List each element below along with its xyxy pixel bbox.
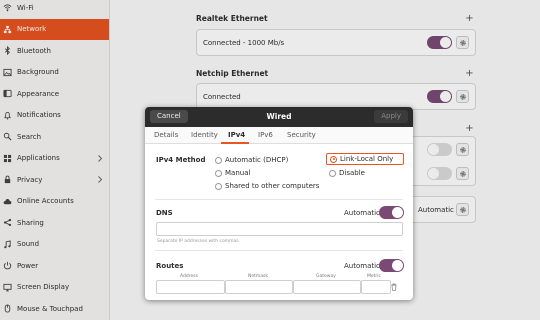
radio-label: Shared to other computers [225,182,320,190]
method-shared-radio[interactable]: Shared to other computers [215,182,319,190]
divider [155,250,403,251]
tab-ipv6[interactable]: IPv6 [258,131,273,139]
dns-automatic-label: Automatic [344,209,380,217]
dialog-header: Cancel Wired Apply [145,107,413,127]
routes-automatic-toggle[interactable] [379,259,404,272]
method-manual-radio[interactable]: Manual [215,169,250,177]
routes-label: Routes [156,262,184,270]
dns-hint: Separate IP addresses with commas [157,239,239,244]
radio-indicator [215,169,222,177]
dns-input[interactable] [156,222,403,236]
route-netmask-input[interactable] [225,280,293,294]
tab-details[interactable]: Details [154,131,178,139]
radio-label: Manual [225,169,251,177]
radio-indicator [215,156,222,164]
ipv4-method-label: IPv4 Method [156,156,206,164]
trash-icon [391,283,397,291]
radio-label: Disable [339,169,365,177]
radio-indicator [215,182,222,190]
radio-label: Automatic (DHCP) [225,156,289,164]
active-tab-indicator [221,142,249,144]
divider [155,199,403,200]
route-address-input[interactable] [156,280,225,294]
tab-identity[interactable]: Identity [191,131,218,139]
dialog-tabs: Details Identity IPv4 IPv6 Security [145,127,413,144]
wired-dialog: Cancel Wired Apply Details Identity IPv4… [145,107,413,300]
dns-label: DNS [156,209,173,217]
method-automatic-dhcp-radio[interactable]: Automatic (DHCP) [215,156,288,164]
column-header-address: Address [180,274,198,279]
dialog-title: Wired [266,112,292,121]
tab-security[interactable]: Security [287,131,316,139]
routes-automatic-label: Automatic [344,262,380,270]
route-gateway-input[interactable] [293,280,361,294]
column-header-gateway: Gateway [316,274,336,279]
radio-indicator [330,155,337,163]
method-disable-radio[interactable]: Disable [329,169,365,177]
route-metric-input[interactable] [361,280,391,294]
tab-ipv4[interactable]: IPv4 [228,131,245,139]
column-header-netmask: Netmask [248,274,268,279]
column-header-metric: Metric [367,274,381,279]
dns-automatic-toggle[interactable] [379,206,404,219]
method-link-local-only-radio[interactable]: Link-Local Only [326,153,404,165]
apply-button[interactable]: Apply [374,110,408,123]
radio-label: Link-Local Only [340,155,394,163]
radio-indicator [329,169,336,177]
delete-route-button[interactable] [390,283,398,291]
